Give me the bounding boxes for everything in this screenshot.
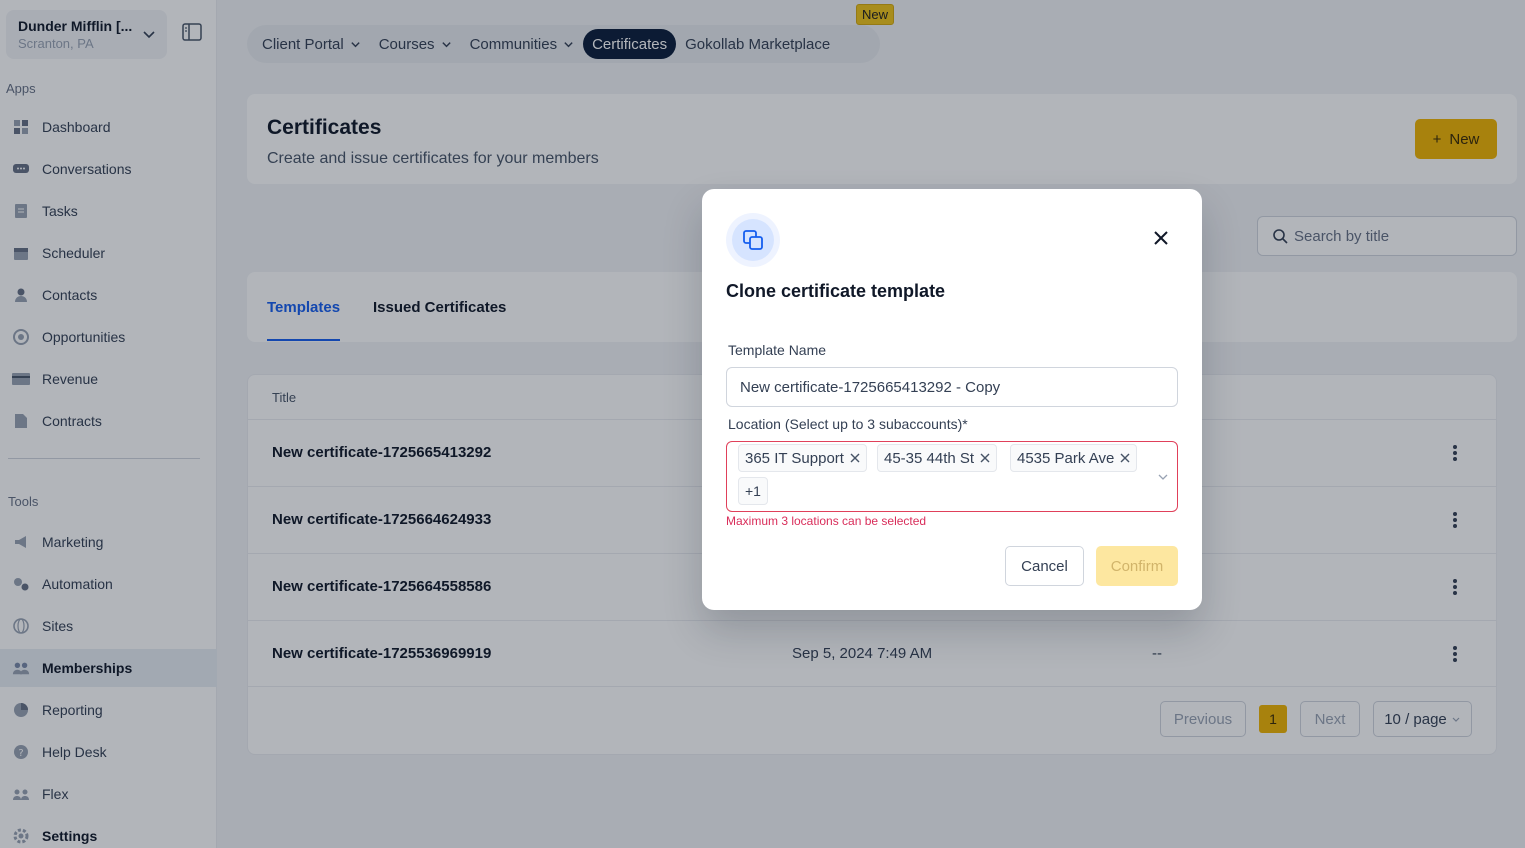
- remove-chip-icon[interactable]: [1120, 453, 1130, 463]
- template-name-input[interactable]: New certificate-1725665413292 - Copy: [726, 367, 1178, 407]
- chip-label: 4535 Park Ave: [1017, 449, 1115, 467]
- location-label: Location (Select up to 3 subaccounts)*: [728, 416, 968, 432]
- location-error-message: Maximum 3 locations can be selected: [726, 514, 927, 528]
- template-name-label: Template Name: [728, 342, 827, 358]
- copy-icon-badge: [726, 213, 780, 267]
- clone-certificate-modal: Clone certificate template Template Name…: [702, 189, 1202, 610]
- close-icon[interactable]: [1152, 229, 1170, 247]
- confirm-button[interactable]: Confirm: [1096, 546, 1178, 586]
- location-chip: 45-35 44th St: [877, 444, 998, 472]
- location-chip: 365 IT Support: [738, 444, 867, 472]
- chip-label: 365 IT Support: [745, 449, 844, 467]
- remove-chip-icon[interactable]: [980, 453, 990, 463]
- cancel-button[interactable]: Cancel: [1005, 546, 1084, 586]
- modal-title: Clone certificate template: [726, 281, 946, 301]
- copy-icon: [743, 230, 763, 250]
- more-locations-chip[interactable]: +1: [738, 477, 768, 505]
- location-chip: 4535 Park Ave: [1010, 444, 1138, 472]
- remove-chip-icon[interactable]: [850, 453, 860, 463]
- location-multiselect[interactable]: 365 IT Support 45-35 44th St 4535 Park A…: [726, 441, 1178, 512]
- chip-label: 45-35 44th St: [884, 449, 975, 467]
- chevron-down-icon: [1158, 474, 1168, 480]
